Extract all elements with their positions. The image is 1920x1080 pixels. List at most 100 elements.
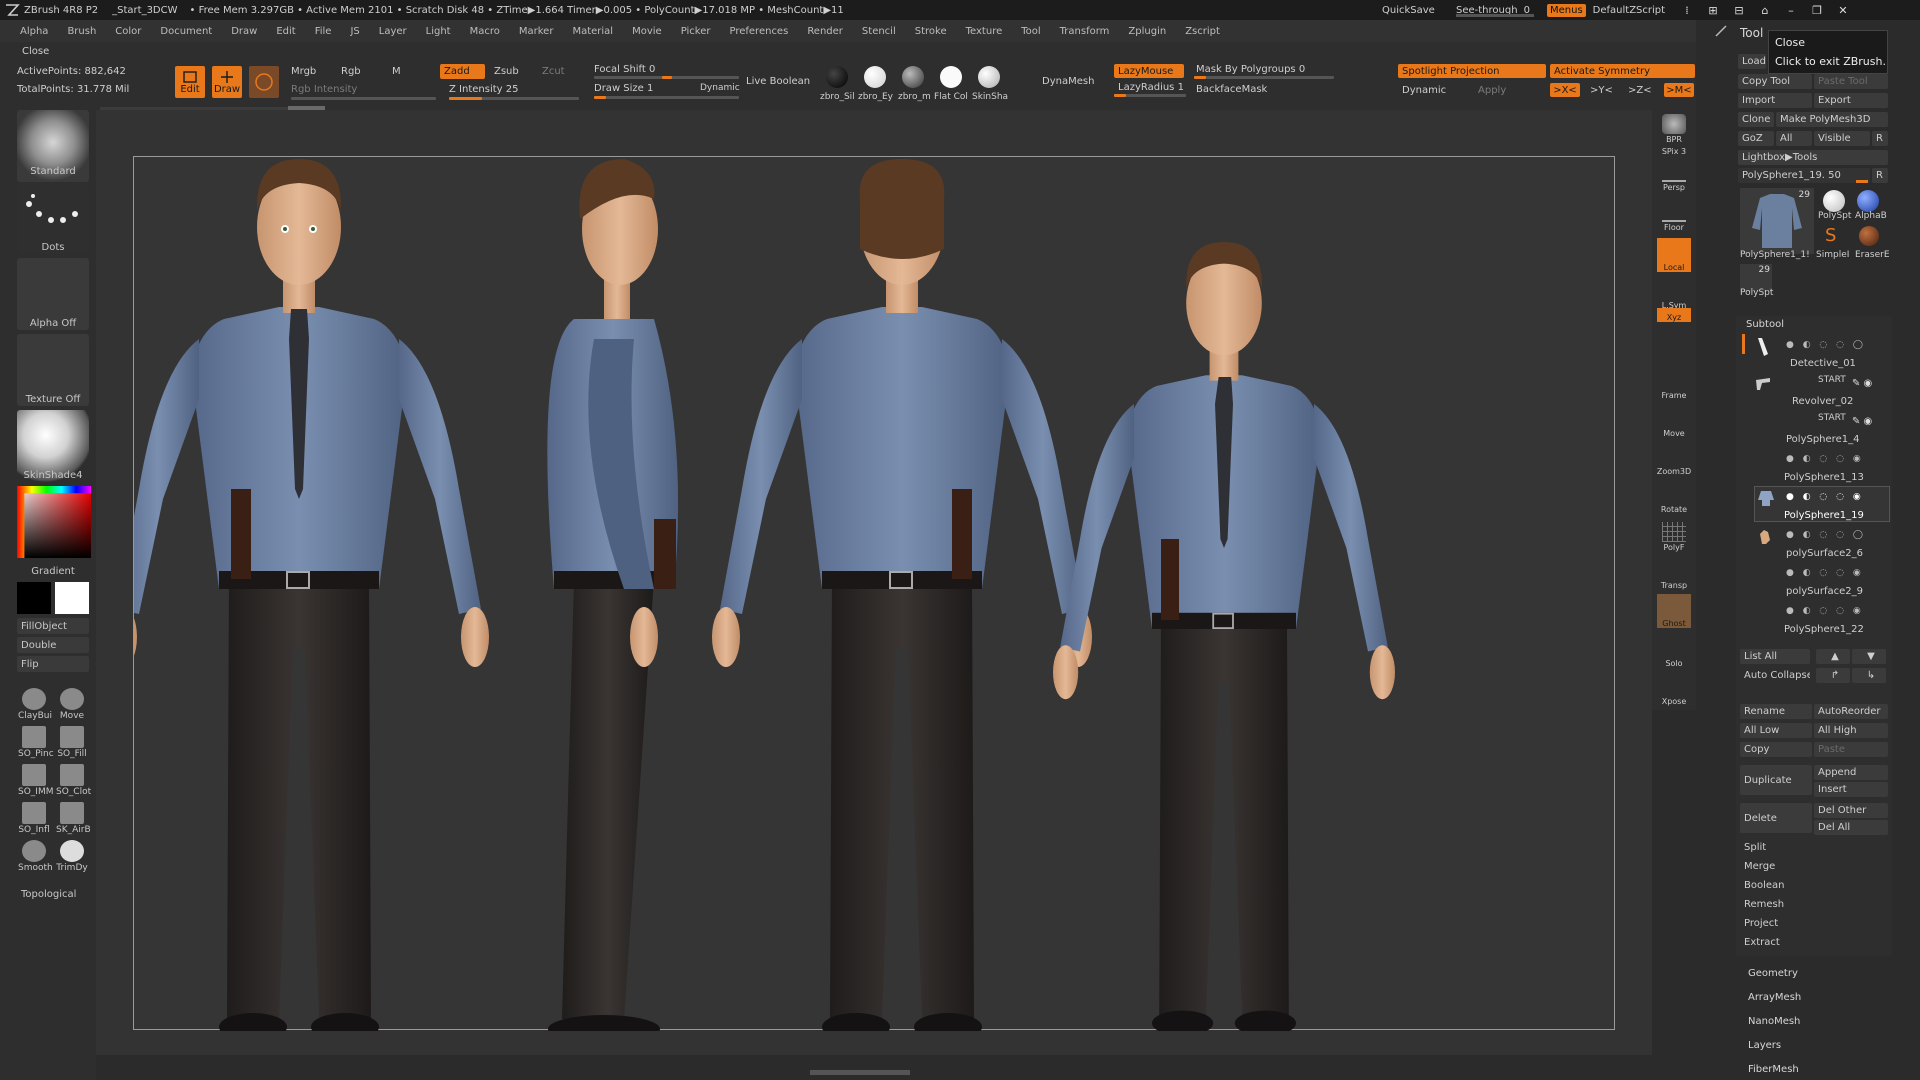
z-intensity-label[interactable]: Z Intensity 25 <box>449 84 518 95</box>
goz-visible-button[interactable]: Visible <box>1814 131 1870 146</box>
menu-edit[interactable]: Edit <box>276 26 295 37</box>
boolean-menu[interactable]: Boolean <box>1740 878 1888 893</box>
menu-document[interactable]: Document <box>160 26 212 37</box>
menu-alpha[interactable]: Alpha <box>20 26 48 37</box>
subtool-toggles-3[interactable]: ● ◐ ◌ ◌ ◉ <box>1786 454 1886 466</box>
spix-slider[interactable]: SPix 3 <box>1657 128 1691 156</box>
zsub-button[interactable]: Zsub <box>494 66 519 77</box>
backface-mask-button[interactable]: BackfaceMask <box>1196 84 1267 95</box>
lightbox-tools-button[interactable]: Lightbox▶Tools <box>1738 150 1888 165</box>
menu-movie[interactable]: Movie <box>632 26 662 37</box>
tool-panel-title[interactable]: Tool <box>1740 26 1763 40</box>
layers-section[interactable]: Layers <box>1748 1040 1781 1051</box>
script-name[interactable]: DefaultZScript <box>1593 5 1665 16</box>
menu-preferences[interactable]: Preferences <box>729 26 788 37</box>
brush-so-imm[interactable]: SO_IMM <box>18 764 53 797</box>
brush-trimdynamic[interactable]: TrimDy <box>56 840 88 873</box>
simplebrush-tool-icon[interactable]: S <box>1825 226 1843 246</box>
list-all-button[interactable]: List All <box>1740 649 1810 664</box>
menu-layer[interactable]: Layer <box>379 26 407 37</box>
material-zbro-ey[interactable] <box>864 66 886 88</box>
nanomesh-section[interactable]: NanoMesh <box>1748 1016 1800 1027</box>
lsym-button[interactable]: L.Sym <box>1657 276 1691 310</box>
current-tool-r-button[interactable]: R <box>1872 168 1888 183</box>
del-all-button[interactable]: Del All <box>1814 820 1888 835</box>
material-skinshade[interactable] <box>978 66 1000 88</box>
double-button[interactable]: Double <box>17 637 89 653</box>
move-view-button[interactable]: Move <box>1657 404 1691 438</box>
focal-shift-handle[interactable] <box>662 76 672 79</box>
subtool-name-1[interactable]: Revolver_02 <box>1792 396 1853 407</box>
rgb-intensity-label[interactable]: Rgb Intensity <box>291 84 357 95</box>
color-picker[interactable] <box>17 486 91 558</box>
maximize-icon[interactable]: ❐ <box>1804 0 1830 20</box>
dynamic-label[interactable]: Dynamic <box>700 83 740 93</box>
subtool-name-2[interactable]: PolySphere1_4 <box>1786 434 1859 445</box>
subtool-thumb-5[interactable] <box>1756 526 1776 546</box>
symmetry-z-button[interactable]: >Z< <box>1628 85 1652 96</box>
secondary-color-swatch[interactable] <box>17 582 51 614</box>
rgb-button[interactable]: Rgb <box>341 66 361 77</box>
brush-sk-airbrush[interactable]: SK_AirB <box>56 802 91 835</box>
brush-claybuildup[interactable]: ClayBui <box>18 688 52 721</box>
mask-by-polygroups-slider[interactable] <box>1194 76 1334 79</box>
menu-js[interactable]: JS <box>350 26 359 37</box>
all-high-button[interactable]: All High <box>1814 723 1888 738</box>
brush-so-cloth[interactable]: SO_Clot <box>56 764 91 797</box>
goz-r-button[interactable]: R <box>1872 131 1888 146</box>
zoom3d-button[interactable]: Zoom3D <box>1657 442 1691 476</box>
menu-marker[interactable]: Marker <box>519 26 554 37</box>
rotate-button[interactable]: Rotate <box>1657 480 1691 514</box>
brush-so-pinch[interactable]: SO_Pinc <box>18 726 54 759</box>
lock-icon[interactable]: ⌂ <box>1752 0 1778 20</box>
copy-subtool-button[interactable]: Copy <box>1740 742 1812 757</box>
menu-draw[interactable]: Draw <box>231 26 257 37</box>
layout-icon[interactable]: ⊞ <box>1700 0 1726 20</box>
persp-button[interactable]: Persp <box>1657 158 1691 192</box>
paste-subtool-button[interactable]: Paste <box>1814 742 1888 757</box>
subtool-toggles-4[interactable]: ● ◐ ◌ ◌ ◉ <box>1786 492 1886 504</box>
menu-light[interactable]: Light <box>426 26 451 37</box>
geometry-section[interactable]: Geometry <box>1748 968 1798 979</box>
subtool-toggles-5[interactable]: ● ◐ ◌ ◌ ◯ <box>1786 530 1886 542</box>
clone-button[interactable]: Clone <box>1738 112 1774 127</box>
menu-zscript[interactable]: Zscript <box>1185 26 1220 37</box>
append-button[interactable]: Append <box>1814 765 1888 780</box>
move-up-button[interactable]: ▲ <box>1816 649 1850 664</box>
move-down-button[interactable]: ▼ <box>1852 649 1886 664</box>
extract-menu[interactable]: Extract <box>1740 935 1888 950</box>
project-menu[interactable]: Project <box>1740 916 1888 931</box>
menu-texture[interactable]: Texture <box>966 26 1003 37</box>
auto-collapse-button[interactable]: Auto Collapse <box>1740 668 1810 683</box>
move-folder-up-button[interactable]: ↱ <box>1816 668 1850 683</box>
brush-so-inflate[interactable]: SO_Infl <box>18 802 50 835</box>
gradient-label[interactable]: Gradient <box>17 566 89 577</box>
primary-color-swatch[interactable] <box>55 582 89 614</box>
subtool-name-7[interactable]: PolySphere1_22 <box>1784 624 1864 635</box>
current-tool-slider[interactable]: PolySphere1_19. 50 <box>1738 168 1870 183</box>
duplicate-button[interactable]: Duplicate <box>1740 765 1812 795</box>
tool-pin-icon[interactable] <box>1714 24 1728 38</box>
goz-button[interactable]: GoZ <box>1738 131 1774 146</box>
close-icon[interactable]: ✕ <box>1830 0 1856 20</box>
spotlight-projection-button[interactable]: Spotlight Projection <box>1398 64 1546 78</box>
mrgb-button[interactable]: Mrgb <box>291 66 316 77</box>
close-button[interactable]: Close <box>22 46 49 57</box>
local-button[interactable]: Local <box>1657 238 1691 272</box>
menu-tool[interactable]: Tool <box>1021 26 1040 37</box>
subtool-name-4[interactable]: PolySphere1_19 <box>1784 510 1864 521</box>
menu-render[interactable]: Render <box>807 26 843 37</box>
apply-button[interactable]: Apply <box>1478 85 1506 96</box>
polysphere-tool-icon[interactable] <box>1823 190 1845 212</box>
menu-stencil[interactable]: Stencil <box>862 26 896 37</box>
paste-tool-button[interactable]: Paste Tool <box>1814 74 1888 89</box>
goz-all-button[interactable]: All <box>1776 131 1812 146</box>
quicksave-button[interactable]: QuickSave <box>1382 5 1435 16</box>
dynamic-button[interactable]: Dynamic <box>1402 85 1446 96</box>
mask-by-polygroups-label[interactable]: Mask By Polygroups 0 <box>1196 64 1305 75</box>
subtool-thumb-0[interactable] <box>1754 336 1774 358</box>
merge-menu[interactable]: Merge <box>1740 859 1888 874</box>
fibermesh-section[interactable]: FiberMesh <box>1748 1064 1799 1075</box>
arraymesh-section[interactable]: ArrayMesh <box>1748 992 1801 1003</box>
symmetry-m-button[interactable]: >M< <box>1664 83 1694 97</box>
